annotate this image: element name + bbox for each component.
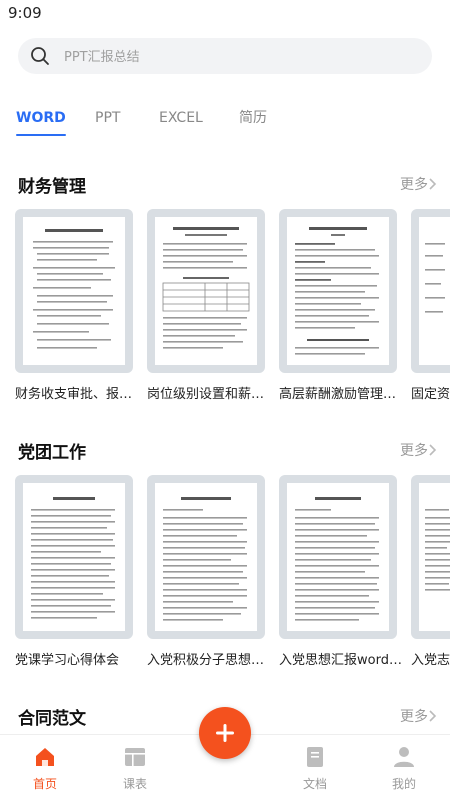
tab-excel[interactable]: EXCEL xyxy=(159,106,203,136)
search-bar[interactable] xyxy=(18,38,432,76)
template-card[interactable]: 高层薪酬激励管理制… xyxy=(279,209,403,402)
more-link[interactable]: 更多 xyxy=(400,174,428,194)
document-thumbnail xyxy=(147,209,265,373)
card-title: 固定资产 xyxy=(411,387,450,402)
document-thumbnail xyxy=(15,209,133,373)
template-card[interactable]: 财务收支审批、报销… xyxy=(15,209,139,402)
nav-item-home[interactable]: 首页 xyxy=(15,745,75,792)
card-title: 入党积极分子思想汇… xyxy=(147,653,271,668)
plus-icon xyxy=(216,724,234,742)
document-page-preview xyxy=(287,217,389,365)
nav-label: 我的 xyxy=(391,777,416,791)
category-tabs: WORD PPT EXCEL 简历 xyxy=(0,106,450,140)
document-icon xyxy=(307,747,323,767)
document-thumbnail xyxy=(279,209,397,373)
document-thumbnail xyxy=(15,475,133,639)
card-title: 入党志愿 xyxy=(411,653,450,668)
nav-item-documents[interactable]: 文档 xyxy=(285,745,345,792)
document-page-preview xyxy=(419,483,450,631)
more-link[interactable]: 更多 xyxy=(400,706,428,726)
template-card[interactable]: 入党思想汇报word… xyxy=(279,475,402,668)
section-title: 财务管理 xyxy=(18,177,86,197)
document-thumbnail xyxy=(411,475,450,639)
template-card[interactable]: 入党志愿 xyxy=(411,475,450,668)
card-title: 高层薪酬激励管理制… xyxy=(279,387,403,402)
document-thumbnail xyxy=(279,475,397,639)
profile-icon xyxy=(394,747,414,767)
document-page-preview xyxy=(155,483,257,631)
tab-word[interactable]: WORD xyxy=(16,106,66,136)
document-page-preview xyxy=(419,217,450,365)
nav-item-schedule[interactable]: 课表 xyxy=(105,745,165,792)
card-row-party: 党课学习心得体会 入党积极分子思想汇… 入党思想汇报word… 入党志 xyxy=(0,475,450,690)
section-title: 党团工作 xyxy=(18,443,86,463)
chevron-right-icon[interactable] xyxy=(428,443,438,457)
document-thumbnail xyxy=(411,209,450,373)
nav-label: 课表 xyxy=(122,777,147,791)
nav-item-profile[interactable]: 我的 xyxy=(374,745,434,792)
template-card[interactable]: 岗位级别设置和薪酬… xyxy=(147,209,271,402)
document-page-preview xyxy=(23,483,125,631)
status-time: 9:09 xyxy=(8,4,42,22)
card-row-finance: 财务收支审批、报销… 岗位级别设置和薪酬… 高层薪酬激励管理制… 固定资 xyxy=(0,209,450,424)
chevron-right-icon[interactable] xyxy=(428,709,438,723)
document-thumbnail xyxy=(147,475,265,639)
card-title: 入党思想汇报word… xyxy=(279,653,402,668)
section-title: 合同范文 xyxy=(18,709,86,729)
document-page-preview xyxy=(23,217,125,365)
tab-ppt[interactable]: PPT xyxy=(95,106,120,136)
home-icon xyxy=(36,748,54,766)
chevron-right-icon[interactable] xyxy=(428,177,438,191)
search-input[interactable] xyxy=(62,38,426,76)
tab-resume[interactable]: 简历 xyxy=(239,106,267,136)
template-card[interactable]: 党课学习心得体会 xyxy=(15,475,133,668)
template-card[interactable]: 入党积极分子思想汇… xyxy=(147,475,271,668)
document-page-preview xyxy=(287,483,389,631)
document-page-preview xyxy=(155,217,257,365)
section-header-finance: 财务管理 更多 xyxy=(0,172,450,200)
template-card[interactable]: 固定资产 xyxy=(411,209,450,402)
card-title: 党课学习心得体会 xyxy=(15,653,120,668)
more-link[interactable]: 更多 xyxy=(400,440,428,460)
nav-label: 首页 xyxy=(32,777,57,791)
status-bar: 9:09 xyxy=(0,0,450,28)
add-button[interactable] xyxy=(199,707,251,759)
schedule-icon xyxy=(125,748,145,766)
search-icon xyxy=(31,47,49,65)
section-header-party: 党团工作 更多 xyxy=(0,438,450,466)
nav-label: 文档 xyxy=(302,777,327,791)
card-title: 财务收支审批、报销… xyxy=(15,387,139,402)
card-title: 岗位级别设置和薪酬… xyxy=(147,387,271,402)
